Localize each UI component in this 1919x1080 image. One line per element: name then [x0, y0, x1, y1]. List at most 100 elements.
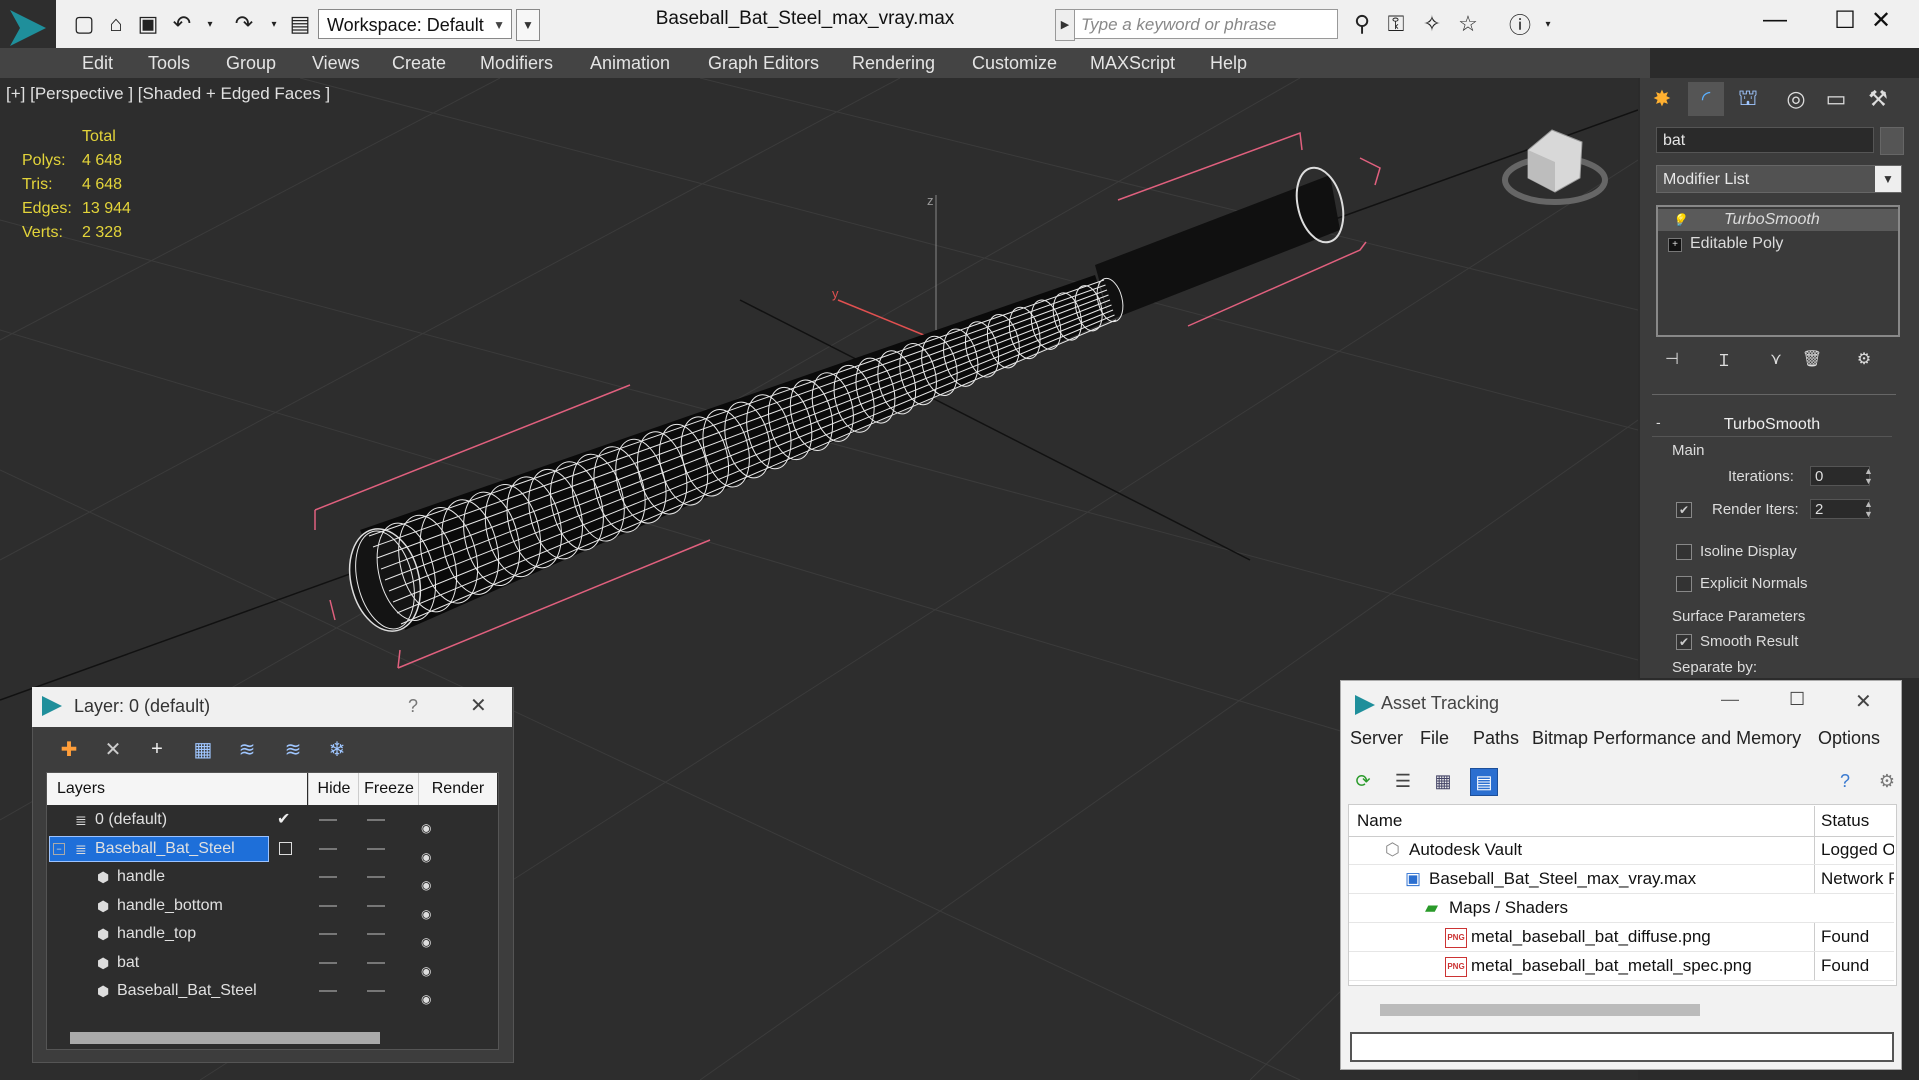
redo-icon[interactable]: ↷: [230, 10, 258, 38]
spinner-arrows-icon[interactable]: ▲ ▼: [1864, 499, 1873, 519]
help-icon[interactable]: ?: [1832, 768, 1858, 794]
pin-stack-icon[interactable]: ⊣: [1654, 342, 1690, 376]
display-tab-icon[interactable]: ▭: [1818, 82, 1854, 116]
lightbulb-icon[interactable]: 💡: [1672, 209, 1687, 231]
menu-group[interactable]: Group: [226, 48, 276, 78]
spinner-arrows-icon[interactable]: ▲ ▼: [1864, 466, 1873, 486]
asset-menu-server[interactable]: Server: [1350, 728, 1403, 749]
hide-toggle[interactable]: [319, 961, 337, 964]
asset-path-field[interactable]: [1350, 1032, 1894, 1062]
object-color-swatch[interactable]: [1880, 127, 1904, 155]
render-teapot-icon[interactable]: ◉: [421, 985, 431, 1013]
horizontal-scrollbar[interactable]: [1380, 1004, 1700, 1016]
column-header-layers[interactable]: Layers: [47, 773, 307, 805]
menu-tools[interactable]: Tools: [148, 48, 190, 78]
active-layer-check-icon[interactable]: ✔: [277, 806, 290, 834]
menu-graph-editors[interactable]: Graph Editors: [708, 48, 819, 78]
maximize-button[interactable]: ☐: [1789, 689, 1805, 710]
list-view-icon[interactable]: ☰: [1390, 768, 1416, 794]
search-expand-button[interactable]: ▶: [1055, 9, 1075, 41]
sign-in-icon[interactable]: ✧: [1418, 10, 1446, 38]
smooth-result-checkbox[interactable]: ✔: [1676, 634, 1692, 650]
add-to-layer-icon[interactable]: +: [144, 736, 170, 762]
menu-maxscript[interactable]: MAXScript: [1090, 48, 1175, 78]
asset-row[interactable]: PNG metal_baseball_bat_metall_spec.png Fou…: [1349, 952, 1894, 981]
workspace-dropdown[interactable]: Workspace: Default ▼: [318, 9, 512, 39]
hide-toggle[interactable]: [319, 847, 337, 850]
search-input[interactable]: Type a keyword or phrase: [1074, 9, 1338, 39]
hide-toggle[interactable]: [319, 990, 337, 992]
asset-row[interactable]: ▰ Maps / Shaders: [1349, 894, 1894, 923]
create-layer-icon[interactable]: ✚: [56, 736, 82, 762]
select-objects-icon[interactable]: ▦: [190, 736, 216, 762]
configure-sets-icon[interactable]: ⚙: [1846, 342, 1882, 376]
freeze-toggle[interactable]: [367, 990, 385, 992]
menu-modifiers[interactable]: Modifiers: [480, 48, 553, 78]
highlight-layer-icon[interactable]: ≋: [234, 736, 260, 762]
hide-toggle[interactable]: [319, 876, 337, 878]
asset-menu-bitmap-performance[interactable]: Bitmap Performance and Memory: [1532, 728, 1801, 749]
freeze-toggle[interactable]: [367, 876, 385, 878]
redo-dropdown-icon[interactable]: ▾: [260, 10, 288, 38]
menu-create[interactable]: Create: [392, 48, 446, 78]
project-folder-icon[interactable]: ▤: [286, 10, 314, 38]
isoline-display-checkbox[interactable]: [1676, 544, 1692, 560]
expand-icon[interactable]: +: [1668, 238, 1682, 252]
horizontal-scrollbar[interactable]: [70, 1032, 380, 1044]
modify-tab-icon[interactable]: ◜: [1688, 82, 1724, 116]
remove-modifier-icon[interactable]: 🗑: [1794, 342, 1830, 376]
viewport-label-menu[interactable]: [+] [Perspective ] [Shaded + Edged Faces…: [6, 84, 330, 104]
open-file-icon[interactable]: ⌂: [102, 10, 130, 38]
menu-animation[interactable]: Animation: [590, 48, 670, 78]
freeze-toggle[interactable]: [367, 904, 385, 907]
binoculars-icon[interactable]: ⚲: [1348, 10, 1376, 38]
render-iters-checkbox[interactable]: ✔: [1676, 502, 1692, 518]
collapse-icon[interactable]: −: [53, 842, 65, 855]
menu-edit[interactable]: Edit: [82, 48, 113, 78]
table-view-icon[interactable]: ▤: [1470, 768, 1498, 796]
explicit-normals-checkbox[interactable]: [1676, 576, 1692, 592]
column-header-status[interactable]: Status: [1814, 806, 1894, 836]
create-tab-icon[interactable]: ✸: [1644, 82, 1680, 116]
layer-row[interactable]: ⬢ bat ◉: [47, 949, 496, 978]
minimize-button[interactable]: —: [1721, 689, 1739, 710]
menu-customize[interactable]: Customize: [972, 48, 1057, 78]
hide-toggle[interactable]: [319, 819, 337, 821]
help-dropdown-icon[interactable]: ▾: [1534, 10, 1562, 38]
set-active-layer-icon[interactable]: [279, 841, 292, 855]
hierarchy-tab-icon[interactable]: ⛫: [1730, 82, 1766, 116]
object-name-field[interactable]: bat: [1656, 127, 1874, 153]
close-button[interactable]: ✕: [1846, 0, 1916, 40]
column-header-render[interactable]: Render: [418, 773, 497, 805]
undo-icon[interactable]: ↶: [168, 10, 196, 38]
delete-layer-icon[interactable]: ✕: [100, 736, 126, 762]
modifier-list-dropdown[interactable]: Modifier List ▼: [1656, 165, 1902, 193]
refresh-icon[interactable]: ⟳: [1350, 768, 1376, 794]
iterations-spinner[interactable]: 0: [1810, 466, 1870, 486]
close-button[interactable]: ✕: [470, 693, 487, 718]
column-header-freeze[interactable]: Freeze: [358, 773, 419, 805]
freeze-toggle[interactable]: [367, 847, 385, 850]
asset-menu-options[interactable]: Options: [1818, 728, 1880, 749]
layer-row[interactable]: ⬢ handle_top ◉: [47, 920, 496, 949]
star-icon[interactable]: ☆: [1454, 10, 1482, 38]
close-button[interactable]: ✕: [1855, 689, 1872, 714]
stack-item-turbosmooth[interactable]: 💡 TurboSmooth: [1658, 209, 1898, 231]
freeze-all-icon[interactable]: ❄: [324, 736, 350, 762]
transform-gizmo[interactable]: z y: [832, 193, 937, 341]
asset-menu-paths[interactable]: Paths: [1473, 728, 1519, 749]
layer-row[interactable]: ≣ 0 (default) ✔ ◉: [47, 806, 496, 835]
asset-row[interactable]: ⬡ Autodesk Vault Logged Ou: [1349, 836, 1894, 865]
layer-row[interactable]: ⬢ handle_bottom ◉: [47, 892, 496, 921]
settings-icon[interactable]: ⚙: [1874, 768, 1900, 794]
menu-help[interactable]: Help: [1210, 48, 1247, 78]
workspace-menu-button[interactable]: ▼: [516, 9, 540, 41]
asset-row[interactable]: PNG metal_baseball_bat_diffuse.png Found: [1349, 923, 1894, 952]
column-header-name[interactable]: Name: [1357, 806, 1402, 836]
minimize-button[interactable]: —: [1740, 0, 1810, 40]
undo-dropdown-icon[interactable]: ▾: [196, 10, 224, 38]
baseball-bat-mesh[interactable]: [339, 163, 1350, 639]
column-header-hide[interactable]: Hide: [308, 773, 359, 805]
menu-rendering[interactable]: Rendering: [852, 48, 935, 78]
thumbnail-view-icon[interactable]: ▦: [1430, 768, 1456, 794]
